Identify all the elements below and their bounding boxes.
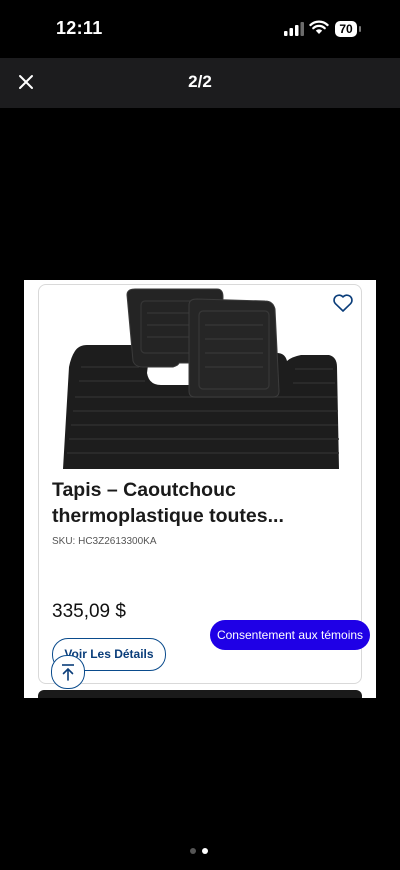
battery-tip xyxy=(359,26,361,32)
product-price: 335,09 $ xyxy=(52,601,126,622)
scroll-to-top-button[interactable] xyxy=(51,655,85,689)
page-dot-1[interactable] xyxy=(190,848,196,854)
screenshot-view: Tapis – Caoutchouc thermoplastique toute… xyxy=(24,280,376,698)
cookie-consent-button[interactable]: Consentement aux témoins xyxy=(210,620,370,650)
battery-icon: 70 xyxy=(335,21,363,37)
next-product-card-partial xyxy=(38,690,362,698)
viewer-top-bar: 2/2 xyxy=(0,58,400,108)
favorite-heart-icon[interactable] xyxy=(331,291,355,315)
page-dot-2-active[interactable] xyxy=(202,848,208,854)
page-counter: 2/2 xyxy=(188,72,212,91)
battery-level: 70 xyxy=(335,21,357,37)
product-sku: SKU: HC3Z2613300KA xyxy=(52,536,157,547)
status-time: 12:11 xyxy=(56,18,103,38)
wifi-icon xyxy=(309,20,329,34)
status-bar: 12:11 70 xyxy=(0,0,400,58)
signal-icon xyxy=(284,22,304,36)
page-indicator xyxy=(188,848,212,856)
floor-mats-image xyxy=(49,287,351,471)
product-title[interactable]: Tapis – Caoutchouc thermoplastique toute… xyxy=(52,477,352,529)
arrow-up-icon xyxy=(62,664,74,681)
